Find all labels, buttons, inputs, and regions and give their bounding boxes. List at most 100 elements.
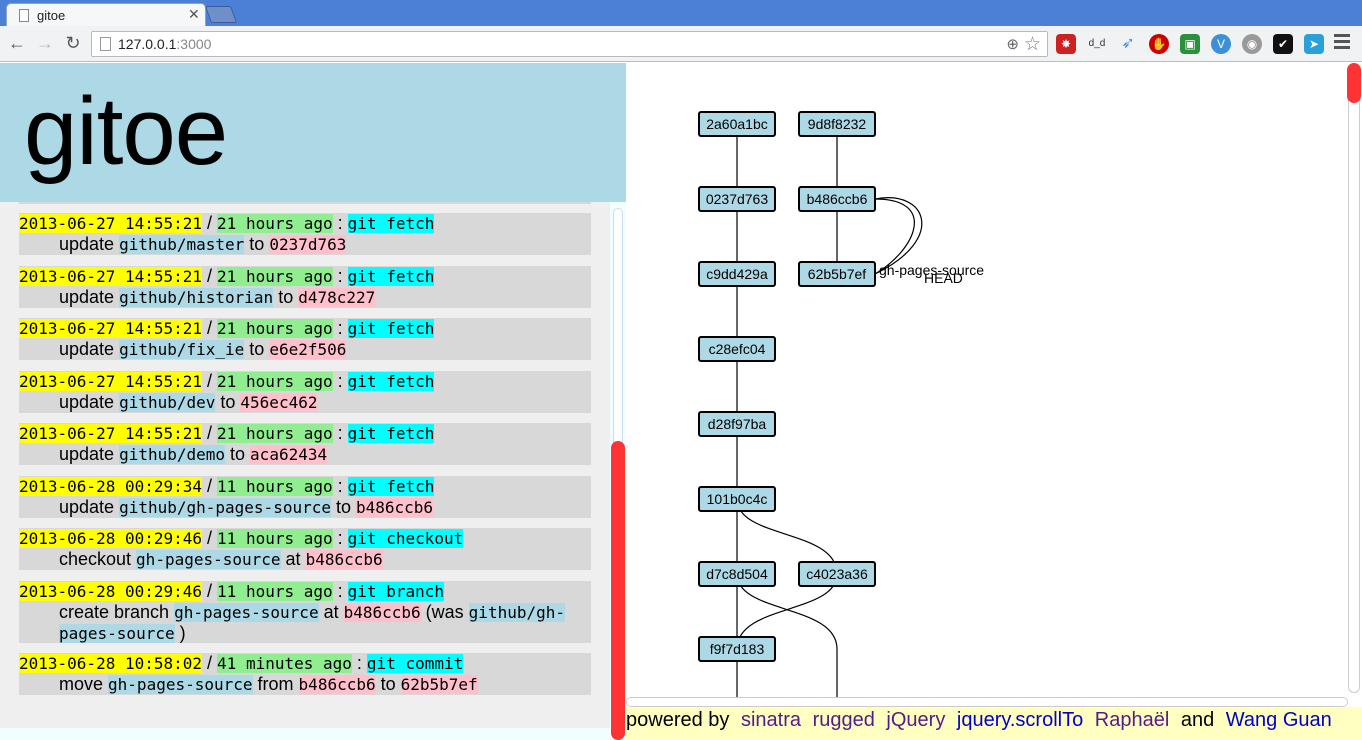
- commit-node[interactable]: c4023a36: [798, 561, 876, 587]
- separator: /: [202, 476, 218, 496]
- entry-text: update: [59, 287, 120, 307]
- commit-node[interactable]: f9f7d183: [698, 636, 776, 662]
- entry-command: git fetch: [347, 214, 435, 233]
- ref-name: github/gh-pages-source: [119, 498, 331, 517]
- entry-date: 2013-06-27 14:55:21: [19, 424, 203, 443]
- commit-sha: 456ec462: [240, 393, 318, 412]
- commit-node[interactable]: 62b5b7ef: [798, 261, 876, 287]
- page-icon: [100, 37, 111, 51]
- checkmark-icon[interactable]: ✔: [1273, 34, 1293, 54]
- ref-name: github/master: [119, 235, 245, 254]
- footer-link-raphael[interactable]: Raphaël: [1095, 709, 1170, 731]
- commit-sha-label: c28efc04: [709, 341, 766, 357]
- forward-icon[interactable]: →: [34, 31, 56, 55]
- commit-node[interactable]: 9d8f8232: [798, 111, 876, 137]
- entry-text: at: [280, 549, 306, 569]
- commit-node[interactable]: d28f97ba: [698, 411, 776, 437]
- commit-sha: 0237d763: [269, 235, 347, 254]
- reflog-entry: [19, 202, 591, 204]
- browser-toolbar: ← → ↻ 127.0.0.1:3000 ⊕ ☆ ✸ d_d ➶ ✋ ▣ V ◉…: [0, 26, 1362, 62]
- entry-text: (was: [420, 602, 469, 622]
- entry-text: to: [244, 234, 270, 254]
- graph-vertical-scrollbar-track[interactable]: [1348, 63, 1360, 693]
- commit-node[interactable]: 2a60a1bc: [698, 111, 776, 137]
- vimium-icon[interactable]: V: [1211, 34, 1231, 54]
- entry-text: to: [215, 392, 241, 412]
- entry-text: to: [330, 497, 356, 517]
- tag-icon[interactable]: ➤: [1304, 34, 1324, 54]
- zoom-icon[interactable]: ⊕: [1006, 35, 1019, 53]
- commit-sha-label: d28f97ba: [708, 416, 767, 432]
- entry-command: git branch: [347, 582, 444, 601]
- commit-node[interactable]: b486ccb6: [798, 186, 876, 212]
- commit-sha-label: 0237d763: [706, 191, 769, 207]
- footer-link-jquery-scrollto[interactable]: jquery.scrollTo: [957, 709, 1083, 731]
- chrome-icon[interactable]: ◉: [1242, 34, 1262, 54]
- bookmark-star-icon[interactable]: ☆: [1024, 33, 1041, 56]
- separator: /: [202, 266, 218, 286]
- adblock-icon[interactable]: ✋: [1149, 34, 1169, 54]
- commit-sha: aca62434: [250, 445, 328, 464]
- commit-node[interactable]: 101b0c4c: [698, 486, 776, 512]
- address-bar[interactable]: 127.0.0.1:3000 ⊕ ☆: [91, 31, 1048, 57]
- footer-prefix: powered by: [626, 709, 730, 731]
- separator: :: [332, 371, 348, 391]
- separator: :: [332, 318, 348, 338]
- commit-node[interactable]: c9dd429a: [698, 261, 776, 287]
- ref-name: gh-pages-source: [136, 550, 281, 569]
- graph-horizontal-scrollbar[interactable]: [626, 697, 1348, 707]
- footer: powered by sinatra rugged jQuery jquery.…: [626, 707, 1362, 740]
- drive-icon[interactable]: ▣: [1180, 34, 1200, 54]
- reflog-list[interactable]: 2013-06-27 14:55:21 / 21 hours ago : git…: [0, 202, 610, 728]
- separator: /: [202, 581, 218, 601]
- tab-close-icon[interactable]: ✕: [188, 6, 200, 23]
- reflog-scrollbar-thumb[interactable]: [611, 441, 625, 740]
- entry-text: checkout: [59, 549, 137, 569]
- entry-date: 2013-06-28 10:58:02: [19, 654, 203, 673]
- reload-icon[interactable]: ↻: [62, 31, 84, 55]
- entry-relative-time: 11 hours ago: [217, 582, 333, 601]
- entry-date: 2013-06-28 00:29:46: [19, 582, 203, 601]
- commit-sha: b486ccb6: [298, 675, 376, 694]
- dd-icon[interactable]: d_d: [1087, 34, 1107, 54]
- entry-relative-time: 11 hours ago: [217, 477, 333, 496]
- footer-link-rugged[interactable]: rugged: [813, 709, 875, 731]
- entry-relative-time: 21 hours ago: [217, 267, 333, 286]
- entry-date: 2013-06-27 14:55:21: [19, 214, 203, 233]
- entry-text: to: [273, 287, 299, 307]
- back-icon[interactable]: ←: [6, 31, 28, 55]
- commit-node[interactable]: d7c8d504: [698, 561, 776, 587]
- entry-command: git fetch: [347, 424, 435, 443]
- commit-node[interactable]: 0237d763: [698, 186, 776, 212]
- twitter-icon[interactable]: ➶: [1118, 34, 1138, 54]
- graph-vertical-scrollbar-thumb[interactable]: [1347, 63, 1361, 103]
- commit-graph-canvas[interactable]: 2a60a1bc 9d8f8232 0237d763 b486ccb6 c9dd429a…: [626, 63, 1346, 697]
- new-tab-button[interactable]: [204, 6, 238, 23]
- menu-icon[interactable]: [1334, 34, 1350, 52]
- entry-relative-time: 11 hours ago: [217, 529, 333, 548]
- entry-text: update: [59, 497, 120, 517]
- lastpass-icon[interactable]: ✸: [1056, 34, 1076, 54]
- reflog-entry: 2013-06-27 14:55:21 / 21 hours ago : git…: [19, 266, 591, 308]
- entry-command: git fetch: [347, 267, 435, 286]
- footer-link-jquery[interactable]: jQuery: [886, 709, 945, 731]
- commit-sha: b486ccb6: [343, 603, 421, 622]
- browser-tab[interactable]: gitoe ✕: [6, 3, 206, 27]
- entry-command: git fetch: [347, 372, 435, 391]
- ref-name: github/dev: [119, 393, 216, 412]
- commit-sha-label: 2a60a1bc: [706, 116, 768, 132]
- page-viewport: gitoe 2013-06-27 14:55:21 / 21 hours ago…: [0, 63, 1362, 740]
- entry-relative-time: 21 hours ago: [217, 372, 333, 391]
- ref-name: gh-pages-source: [174, 603, 319, 622]
- footer-link-sinatra[interactable]: sinatra: [741, 709, 801, 731]
- footer-link-author[interactable]: Wang Guan: [1226, 709, 1332, 731]
- commit-sha-label: d7c8d504: [706, 566, 768, 582]
- commit-node[interactable]: c28efc04: [698, 336, 776, 362]
- entry-text: to: [375, 674, 401, 694]
- commit-graph[interactable]: 2a60a1bc 9d8f8232 0237d763 b486ccb6 c9dd429a…: [626, 63, 1346, 697]
- separator: /: [202, 371, 218, 391]
- ref-name: github/historian: [119, 288, 274, 307]
- commit-sha-label: c9dd429a: [706, 266, 768, 282]
- separator: /: [202, 653, 218, 673]
- tab-title: gitoe: [37, 8, 66, 23]
